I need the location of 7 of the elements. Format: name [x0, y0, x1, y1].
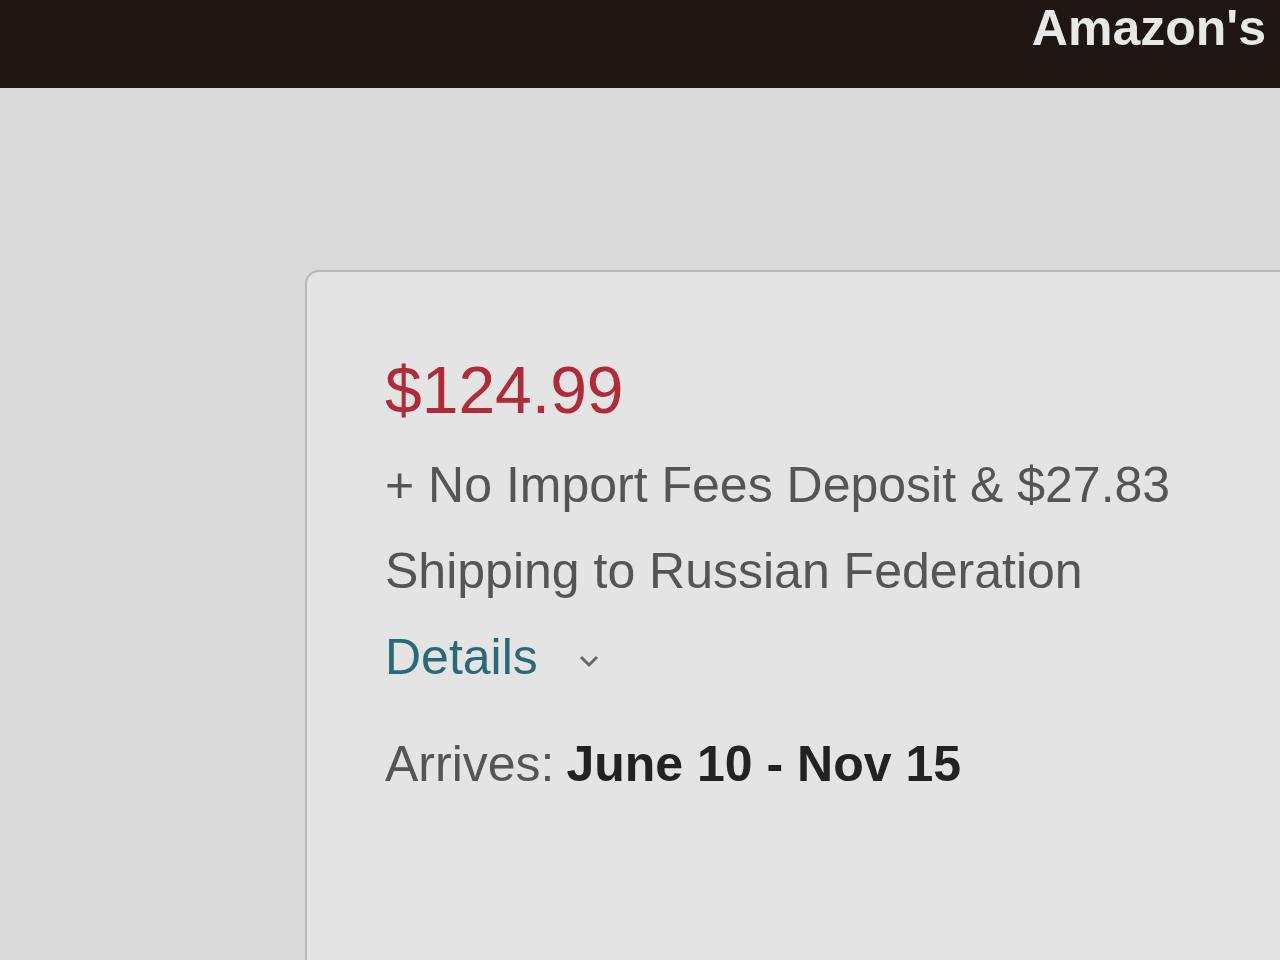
details-link[interactable]: Details: [385, 629, 538, 685]
price: $124.99: [385, 352, 624, 429]
header-text: Amazon's: [1031, 0, 1266, 56]
chevron-down-icon[interactable]: [577, 653, 600, 668]
arrival-dates: June 10 - Nov 15: [566, 735, 962, 794]
shipping-note: + No Import Fees Deposit & $27.83 Shipping to Russian Federation Details: [385, 456, 1172, 687]
arrives-label: Arrives:: [385, 735, 555, 794]
